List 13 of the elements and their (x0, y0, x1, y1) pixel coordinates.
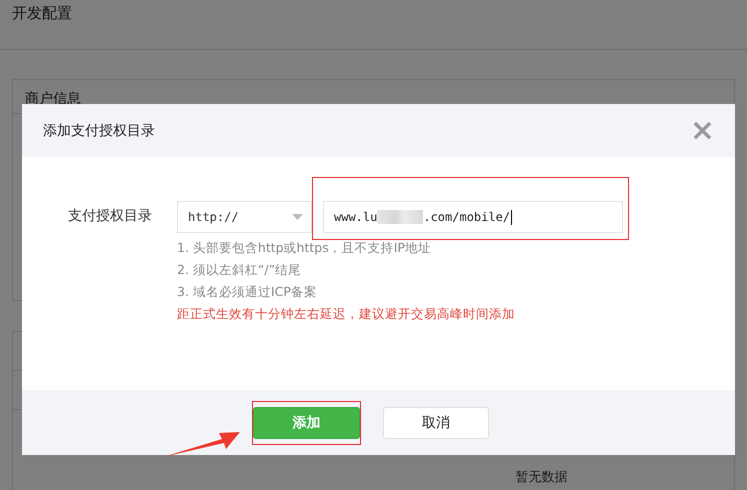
url-input-field[interactable]: www.lu .com/mobile/ (323, 201, 623, 233)
cancel-button[interactable]: 取消 (383, 406, 489, 438)
field-label: 支付授权目录 (68, 207, 153, 226)
empty-text: 暂无数据 (516, 469, 568, 487)
hint-text: 3. 域名必须通过ICP备案 (177, 283, 318, 301)
dialog-title: 添加支付授权目录 (43, 122, 155, 140)
page-title: 开发配置 (12, 4, 72, 22)
blurred-text (377, 210, 424, 224)
warning-text: 距正式生效有十分钟左右延迟，建议避开交易高峰时间添加 (177, 305, 516, 323)
caret-icon (292, 214, 303, 220)
hint-text: 2. 须以左斜杠“/”结尾 (177, 261, 302, 279)
hint-text: 1. 头部要包含http或https，且不支持IP地址 (177, 239, 432, 257)
protocol-dropdown[interactable]: http:// (177, 201, 312, 233)
